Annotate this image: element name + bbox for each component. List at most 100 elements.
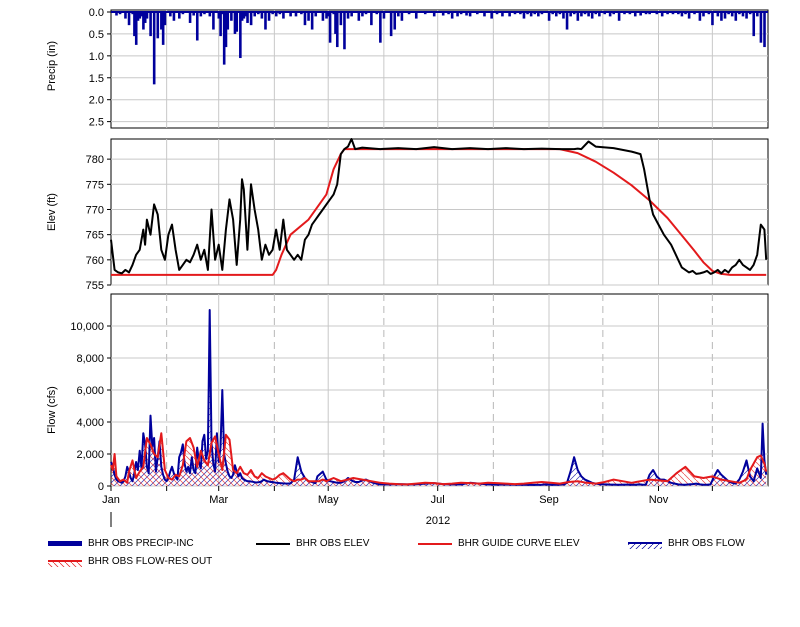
precip-bar [623, 12, 626, 15]
precip-bar [343, 12, 346, 50]
xtick-label: Nov [649, 494, 669, 506]
legend-label-obs-elev: BHR OBS ELEV [296, 538, 370, 549]
precip-bar [633, 12, 637, 17]
precip-bar [181, 12, 185, 15]
precip-bar [547, 12, 551, 21]
precip-bar [465, 12, 468, 16]
flow-yticks: 0 2,000 4,000 6,000 8,000 10,000 [70, 321, 111, 493]
precip-bar [554, 12, 558, 17]
precip-bar [551, 12, 554, 15]
precip-bar [730, 12, 734, 17]
precip-bar [127, 12, 131, 26]
precip-bar [540, 12, 544, 15]
precip-bar [172, 12, 176, 21]
ytick-label: 4,000 [76, 417, 104, 429]
xtick-label: Sep [539, 494, 559, 506]
legend-swatch-precip [48, 539, 82, 549]
precip-bar [203, 12, 206, 15]
precip-bar [519, 12, 522, 15]
precip-bar [644, 12, 648, 15]
precip-bar [400, 12, 404, 21]
precip-bar [397, 12, 400, 17]
precip-bar [569, 12, 572, 17]
precip-bar [711, 12, 714, 26]
precip-bar [495, 12, 499, 15]
precip-bar [328, 12, 332, 43]
precip-bar [178, 12, 181, 19]
legend-label-obs-flow: BHR OBS FLOW [668, 538, 745, 549]
precip-bar [230, 12, 233, 21]
precip-bar [169, 12, 172, 17]
precip-bar [335, 12, 339, 48]
precip-bar [346, 12, 350, 19]
legend-item-obs-flow: BHR OBS FLOW [628, 538, 745, 549]
precip-bar [249, 12, 253, 26]
ytick-label: 770 [86, 204, 104, 216]
precip-bar [307, 12, 310, 21]
precip-bar [195, 12, 199, 41]
legend-label-guide-curve: BHR GUIDE CURVE ELEV [458, 538, 580, 549]
precip-bar [407, 12, 411, 15]
xtick-label: May [318, 494, 339, 506]
precip-bar [490, 12, 493, 19]
flow-panel: 0 2,000 4,000 6,000 8,000 10,000 Flow (cfs) [46, 293, 769, 493]
precip-bar [192, 12, 195, 16]
precip-bar [149, 12, 152, 37]
precip-bar [375, 12, 379, 15]
precip-bar [603, 12, 607, 15]
xtick-label: Mar [209, 494, 228, 506]
ytick-label: 0 [98, 481, 104, 493]
precip-bar [118, 12, 122, 15]
precip-bar [738, 12, 741, 15]
ytick-label: 0.0 [89, 7, 104, 19]
precip-bar [253, 12, 257, 17]
precip-bar [314, 12, 318, 17]
precip-bar [282, 12, 285, 19]
precip-bar [720, 12, 723, 21]
precip-bar [741, 12, 745, 17]
precip-bar [572, 12, 576, 15]
precip-bar [441, 12, 445, 16]
precip-bar [763, 12, 766, 48]
precip-bar [339, 12, 343, 26]
precip-bar [447, 12, 450, 15]
legend-swatch-obs-elev [256, 539, 290, 549]
precip-bar [389, 12, 393, 37]
ytick-label: 10,000 [70, 321, 104, 333]
legend-swatch-obs-flow [628, 539, 662, 549]
xtick-label: Jan [102, 494, 120, 506]
precip-bar [468, 12, 472, 17]
precip-bar [393, 12, 397, 30]
precip-bar [274, 12, 278, 17]
precip-bar [677, 12, 680, 15]
precip-bar [271, 12, 274, 15]
legend-label-res-out: BHR OBS FLOW-RES OUT [88, 556, 213, 567]
precip-bar [745, 12, 748, 19]
ytick-label: 1.0 [89, 51, 104, 63]
precip-bar [450, 12, 454, 19]
precip-bar [513, 12, 517, 15]
precip-bar [671, 12, 675, 15]
legend-swatch-res-out [48, 557, 82, 567]
precip-bar [310, 12, 314, 30]
precip-bar [508, 12, 511, 17]
legend-item-guide-curve: BHR GUIDE CURVE ELEV [418, 538, 580, 549]
precip-bar [576, 12, 580, 21]
precip-bar [617, 12, 621, 21]
precip-bar [723, 12, 727, 19]
precip-bar [501, 12, 504, 17]
precip-bar [423, 12, 427, 15]
precip-bar [639, 12, 642, 16]
ytick-label: 765 [86, 230, 104, 242]
precip-bar [156, 12, 160, 39]
precip-bar [660, 12, 664, 17]
legend-item-precip: BHR OBS PRECIP-INC [48, 538, 194, 549]
precip-bar [734, 12, 738, 21]
precip-bar [278, 12, 282, 15]
precip-bar [260, 12, 264, 19]
precip-bar [289, 12, 292, 17]
precip-bar [256, 12, 260, 15]
precip-bar [594, 12, 598, 15]
ytick-label: 8,000 [76, 353, 104, 365]
precip-bar [680, 12, 684, 17]
